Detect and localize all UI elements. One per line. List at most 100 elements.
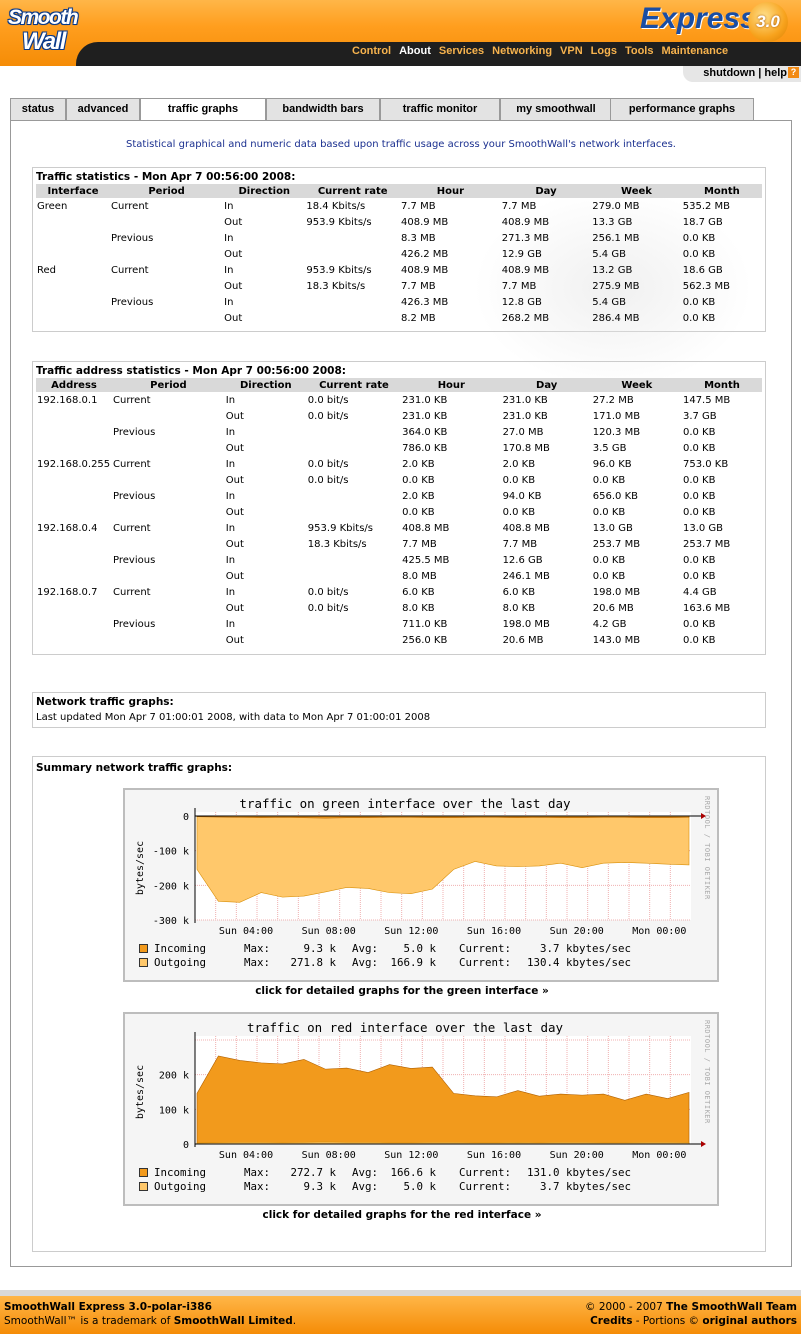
table-cell: 953.9 Kbits/s — [306, 264, 372, 276]
green-graph-legend: Incoming Max: 9.3 k Avg: 5.0 k Current: 3.7 kb… — [139, 942, 631, 970]
nav-services[interactable]: Services — [439, 45, 484, 57]
smoothwall-logo[interactable]: Smooth Wall — [6, 4, 79, 62]
table-cell: 170.8 MB — [502, 442, 550, 454]
table-cell — [307, 504, 401, 520]
nav-maintenance[interactable]: Maintenance — [661, 45, 728, 57]
nav-about[interactable]: About — [399, 45, 431, 57]
table-cell — [36, 600, 112, 616]
table-cell: 147.5 MB — [682, 394, 731, 406]
tab-traffic-monitor[interactable]: traffic monitor — [380, 98, 500, 120]
tab-bandwidth-bars[interactable]: bandwidth bars — [266, 98, 380, 120]
table-cell — [36, 278, 110, 294]
table-cell — [110, 310, 223, 326]
table-cell: 0.0 bit/s — [307, 586, 349, 598]
table-cell — [112, 504, 225, 520]
table-cell: 163.6 MB — [682, 602, 731, 614]
table-cell: 253.7 MB — [592, 538, 641, 550]
table-cell: 0.0 KB — [682, 634, 716, 646]
footer-authors: original authors — [702, 1315, 797, 1327]
table-cell: 7.7 MB — [501, 200, 537, 212]
y-axis-label: bytes/sec — [135, 841, 146, 895]
table-cell: Current — [111, 200, 149, 212]
red-detail-link[interactable]: click for detailed graphs for the red in… — [12, 1209, 792, 1221]
table-row: Out 8.0 MB 246.1 MB 0.0 KB 0.0 KB — [36, 568, 762, 584]
tab-advanced[interactable]: advanced — [66, 98, 140, 120]
table-cell: 94.0 KB — [502, 490, 542, 502]
nav-networking[interactable]: Networking — [492, 45, 552, 57]
table-cell — [307, 440, 401, 456]
table-row: Previous In 364.0 KB 27.0 MB 120.3 MB 0.0 KB — [36, 424, 762, 440]
footer-period: . — [292, 1315, 297, 1327]
legend-avg-label: Avg: — [352, 1166, 379, 1179]
table-cell: 711.0 KB — [402, 618, 448, 630]
table-cell: In — [225, 394, 236, 406]
nav-tools[interactable]: Tools — [625, 45, 654, 57]
shutdown-link[interactable]: shutdown — [703, 67, 755, 79]
nav-vpn[interactable]: VPN — [560, 45, 583, 57]
legend-name: Incoming — [154, 942, 207, 955]
version-badge: 3.0 — [748, 2, 788, 42]
summary-graphs-title: Summary network traffic graphs: — [36, 762, 233, 774]
table-row: Out 256.0 KB 20.6 MB 143.0 MB 0.0 KB — [36, 632, 762, 648]
table-row: 192.168.0.1 Current In 0.0 bit/s 231.0 KB 231… — [36, 392, 762, 408]
table-cell: 0.0 KB — [682, 248, 716, 260]
table-cell: Out — [225, 410, 244, 422]
tab-performance-graphs[interactable]: performance graphs — [610, 98, 754, 120]
green-graph[interactable]: traffic on green interface over the last… — [123, 788, 719, 982]
green-detail-link[interactable]: click for detailed graphs for the green … — [12, 985, 792, 997]
nav-control[interactable]: Control — [352, 45, 391, 57]
table-cell: 7.7 MB — [502, 538, 538, 550]
tab-traffic-graphs[interactable]: traffic graphs — [140, 98, 266, 122]
legend-avg: 5.0 k — [403, 1180, 437, 1193]
legend-row-incoming: Incoming Max: 272.7 k Avg: 166.6 k Current: 13… — [139, 1166, 631, 1180]
legend-current: 130.4 kbytes/sec — [527, 956, 632, 969]
table-cell: 0.0 KB — [682, 296, 716, 308]
red-graph[interactable]: traffic on red interface over the last d… — [123, 1012, 719, 1206]
footer-portions: - Portions © — [632, 1315, 703, 1327]
legend-avg-label: Avg: — [352, 942, 379, 955]
column-header: Week — [591, 184, 682, 198]
x-tick-label: Sun 20:00 — [550, 926, 604, 937]
table-cell: 408.9 MB — [401, 264, 449, 276]
legend-current-label: Current: — [459, 1166, 512, 1179]
table-cell: 0.0 bit/s — [307, 474, 349, 486]
nav-logs[interactable]: Logs — [591, 45, 617, 57]
traffic-statistics-box: Traffic statistics - Mon Apr 7 00:56:00 … — [32, 167, 766, 388]
tab-my-smoothwall[interactable]: my smoothwall — [500, 98, 612, 120]
table-cell: Out — [225, 570, 244, 582]
column-header: Period — [112, 378, 225, 392]
table-cell: In — [225, 426, 236, 438]
footer-product: SmoothWall Express 3.0-polar-i386 — [4, 1301, 212, 1313]
column-header: Day — [500, 184, 592, 198]
credits-link[interactable]: Credits — [590, 1315, 632, 1327]
x-tick-label: Sun 04:00 — [219, 1150, 273, 1161]
table-cell: 143.0 MB — [592, 634, 641, 646]
x-tick-label: Mon 00:00 — [632, 926, 686, 937]
table-cell: 231.0 KB — [402, 394, 448, 406]
legend-avg: 166.9 k — [390, 956, 437, 969]
help-icon[interactable]: ? — [788, 67, 799, 78]
table-cell: 953.9 Kbits/s — [307, 522, 373, 534]
table-row: Out 953.9 Kbits/s 408.9 MB 408.9 MB 13.3 GB 1… — [36, 214, 762, 230]
table-cell: 27.2 MB — [592, 394, 634, 406]
table-cell: Out — [225, 634, 244, 646]
table-row: Previous In 2.0 KB 94.0 KB 656.0 KB 0.0 KB — [36, 488, 762, 504]
table-cell: 27.0 MB — [502, 426, 544, 438]
legend-max: 272.7 k — [290, 1166, 337, 1179]
table-row: Out 18.3 Kbits/s 7.7 MB 7.7 MB 275.9 MB 562.3… — [36, 278, 762, 294]
table-cell: 18.7 GB — [682, 216, 723, 228]
x-tick-label: Mon 00:00 — [632, 1150, 686, 1161]
table-cell — [112, 408, 225, 424]
tab-status[interactable]: status — [10, 98, 66, 120]
table-cell — [36, 488, 112, 504]
table-cell: 3.7 GB — [682, 410, 717, 422]
table-cell — [36, 440, 112, 456]
address-statistics-box: Traffic address statistics - Mon Apr 7 0… — [32, 361, 766, 655]
table-row: Out 786.0 KB 170.8 MB 3.5 GB 0.0 KB — [36, 440, 762, 456]
traffic-statistics-table: Interface Period Direction Current rate Hour… — [36, 184, 762, 326]
table-row: 192.168.0.4 Current In 953.9 Kbits/s 408.8 M… — [36, 520, 762, 536]
help-link[interactable]: help — [764, 67, 787, 79]
table-cell: 12.8 GB — [501, 296, 542, 308]
legend-avg-label: Avg: — [352, 1180, 379, 1193]
legend-name: Outgoing — [154, 1180, 207, 1193]
